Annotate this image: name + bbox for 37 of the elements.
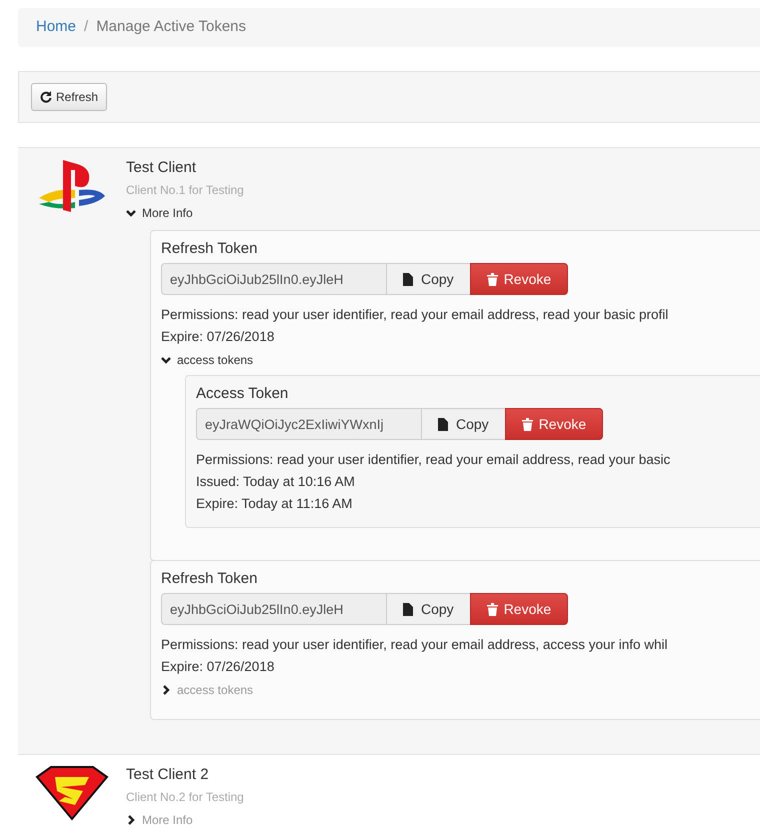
token-field[interactable]: eyJhbGciOiJub25lIn0.eyJleH (161, 263, 387, 295)
logo-icon (35, 765, 109, 821)
trash-icon (486, 602, 498, 616)
client-name: Test Client 2 (126, 765, 210, 785)
token-heading: Access Token (196, 384, 290, 404)
revoke-button[interactable]: Revoke (470, 263, 568, 295)
client-description: Client No.2 for Testing (126, 789, 245, 806)
copy-button[interactable]: Copy (387, 263, 470, 295)
file-icon (403, 602, 413, 616)
expire-text: Expire: 07/26/2018 (161, 328, 276, 346)
permissions-text: Permissions: read your user identifier, read your email address, read your basic profil (161, 306, 670, 324)
token-heading: Refresh Token (161, 569, 258, 589)
toggle-link[interactable]: More Info (142, 204, 193, 222)
refresh-icon (40, 91, 52, 103)
trash-icon (522, 418, 533, 430)
file-icon (403, 272, 413, 286)
permissions-text: Permissions: read your user identifier, read your email address, access your info whil (161, 636, 668, 654)
token-field[interactable]: eyJraWQiOiJyc2ExIiwiYWxnIj (196, 408, 422, 440)
trash-icon (486, 272, 498, 286)
revoke-button[interactable]: Revoke (470, 593, 568, 625)
toggle-link[interactable]: access tokens (177, 351, 254, 369)
copy-button[interactable]: Copy (387, 593, 470, 625)
expire-text: Expire: Today at 11:16 AM (196, 495, 354, 513)
refresh-button[interactable]: Refresh (31, 83, 108, 111)
file-icon (438, 418, 448, 430)
token-field[interactable]: eyJhbGciOiJub25lIn0.eyJleH (161, 593, 387, 625)
issued-text: Issued: Today at 10:16 AM (196, 473, 356, 491)
revoke-button[interactable]: Revoke (504, 408, 604, 440)
client-description: Client No.1 for Testing (126, 182, 245, 199)
client-name: Test Client (126, 158, 198, 178)
breadcrumb-separator: / (84, 17, 88, 38)
copy-button[interactable]: Copy (422, 408, 505, 440)
breadcrumb-link[interactable]: Home (36, 16, 76, 39)
breadcrumb-current: Manage Active Tokens (96, 17, 246, 38)
permissions-text: Permissions: read your user identifier, read your email address, read your basic (196, 451, 672, 469)
expire-text: Expire: 07/26/2018 (161, 658, 276, 676)
token-heading: Refresh Token (161, 239, 258, 259)
